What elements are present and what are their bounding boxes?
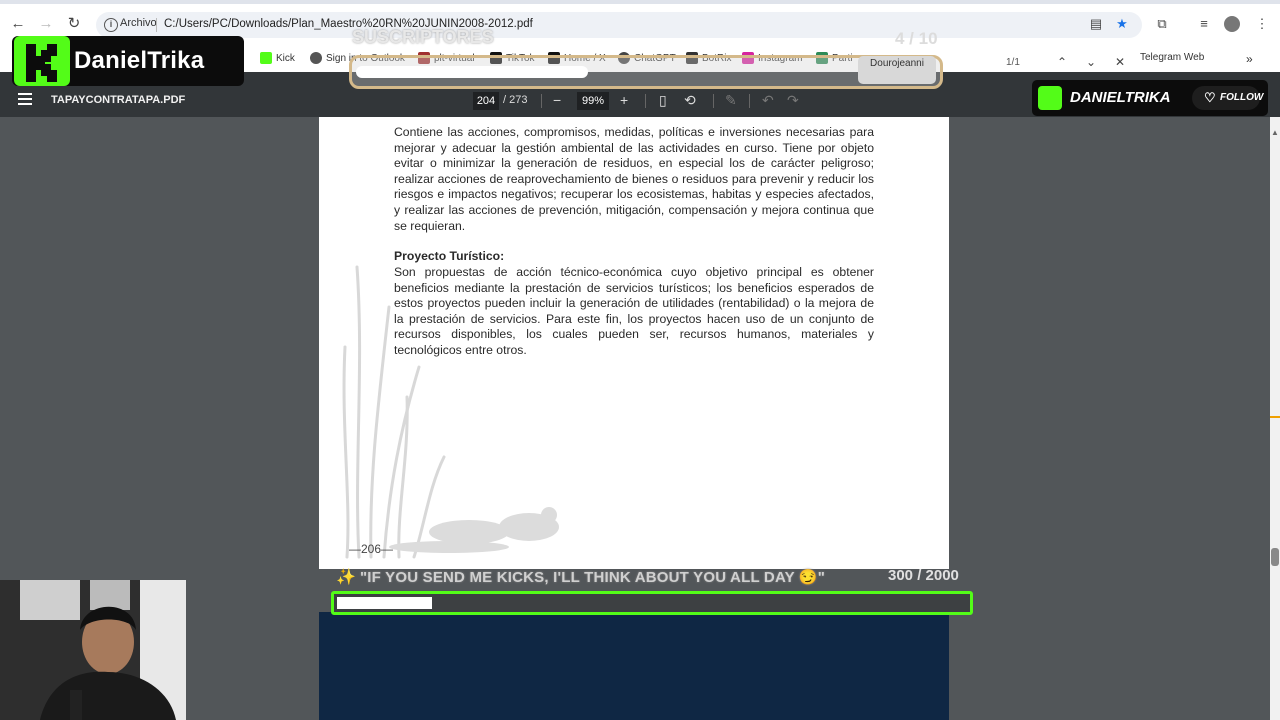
- document-title: TAPAYCONTRATAPA.PDF: [51, 94, 186, 106]
- follow-button[interactable]: ♡ FOLLOW: [1192, 86, 1264, 110]
- url-chip: Archivo: [120, 17, 157, 29]
- page-total: / 273: [503, 94, 528, 106]
- divider: [645, 94, 646, 108]
- star-icon[interactable]: ★: [1114, 16, 1130, 32]
- address-bar[interactable]: i Archivo C:/Users/PC/Downloads/Plan_Mae…: [96, 12, 1142, 38]
- find-next-icon[interactable]: ⌄: [1083, 54, 1099, 70]
- forward-icon[interactable]: →: [36, 14, 56, 34]
- bookmark-kick[interactable]: Kick: [260, 52, 295, 64]
- redo-icon[interactable]: ↷: [787, 92, 799, 108]
- kicks-goal-count: 300 / 2000: [888, 567, 959, 584]
- rotate-icon[interactable]: ⟲: [684, 92, 696, 108]
- more-icon[interactable]: ⋮: [1254, 16, 1270, 32]
- search-match-marker: [1270, 416, 1280, 418]
- subscriber-goal-fill: [356, 66, 588, 78]
- info-icon[interactable]: i: [104, 18, 118, 32]
- follow-badge: DANIELTRIKA ♡ FOLLOW: [1032, 80, 1268, 116]
- find-previous-icon[interactable]: ⌃: [1054, 54, 1070, 70]
- globe-icon: [310, 52, 322, 64]
- streamer-name: DanielTrika: [74, 47, 205, 74]
- kick-logo-icon: [1038, 86, 1062, 110]
- kick-logo-icon: [14, 36, 70, 86]
- reload-icon[interactable]: ↻: [64, 14, 84, 34]
- find-close-icon[interactable]: ✕: [1112, 54, 1128, 70]
- kicks-goal-bar: [331, 591, 973, 615]
- kick-icon: [260, 52, 272, 64]
- more-bookmarks-icon[interactable]: »: [1246, 52, 1253, 66]
- follow-label: FOLLOW: [1220, 92, 1264, 103]
- extensions-icon[interactable]: ⧉: [1154, 16, 1170, 32]
- paragraph-2: Son propuestas de acción técnico-económi…: [394, 265, 874, 357]
- back-icon[interactable]: ←: [8, 14, 28, 34]
- heart-icon: ♡: [1204, 90, 1216, 105]
- zoom-in-icon[interactable]: +: [620, 92, 628, 108]
- divider: [749, 94, 750, 108]
- next-pdf-page: [319, 612, 949, 720]
- menu-icon[interactable]: [18, 93, 32, 107]
- scrollbar[interactable]: [1270, 117, 1280, 720]
- section-heading: Proyecto Turístico:: [394, 249, 505, 263]
- webcam-feed: [0, 580, 186, 720]
- kicks-goal-message: "IF YOU SEND ME KICKS, I'LL THINK ABOUT …: [360, 569, 826, 586]
- avatar[interactable]: [1224, 16, 1240, 32]
- subscriber-goal-bar: [349, 55, 943, 89]
- media-icon[interactable]: ≡: [1196, 16, 1212, 32]
- page-number-input[interactable]: 204: [473, 92, 499, 110]
- bookmark-telegram[interactable]: Telegram Web: [1140, 52, 1204, 63]
- sparkle-icon: ✨: [336, 569, 356, 586]
- tab-strip: [0, 0, 1280, 4]
- divider: [156, 18, 157, 32]
- find-count: 1/1: [1006, 57, 1020, 68]
- follow-streamer-name: DANIELTRIKA: [1070, 89, 1171, 106]
- subscriber-goal-title: SUSCRIPTORES: [352, 27, 494, 47]
- scrollbar-thumb[interactable]: [1271, 548, 1279, 566]
- annotate-icon[interactable]: ✎: [725, 92, 737, 108]
- page-footer-number: —206—: [349, 542, 394, 556]
- zoom-out-icon[interactable]: −: [553, 92, 561, 108]
- pdf-page: Contiene las acciones, compromisos, medi…: [319, 117, 949, 569]
- zoom-input[interactable]: 99%: [577, 92, 609, 110]
- divider: [541, 94, 542, 108]
- fit-page-icon[interactable]: ▯: [659, 92, 667, 108]
- subscriber-goal-count: 4 / 10: [895, 29, 938, 48]
- undo-icon[interactable]: ↶: [762, 92, 774, 108]
- streamer-logo: DanielTrika: [12, 36, 244, 86]
- kicks-goal-fill: [337, 597, 432, 609]
- pdf-icon[interactable]: ▤: [1088, 16, 1104, 32]
- scroll-up-icon[interactable]: ▲: [1271, 128, 1279, 137]
- recent-subscriber: Dourojeanni: [858, 56, 936, 84]
- divider: [713, 94, 714, 108]
- paragraph-1: Contiene las acciones, compromisos, medi…: [394, 125, 874, 233]
